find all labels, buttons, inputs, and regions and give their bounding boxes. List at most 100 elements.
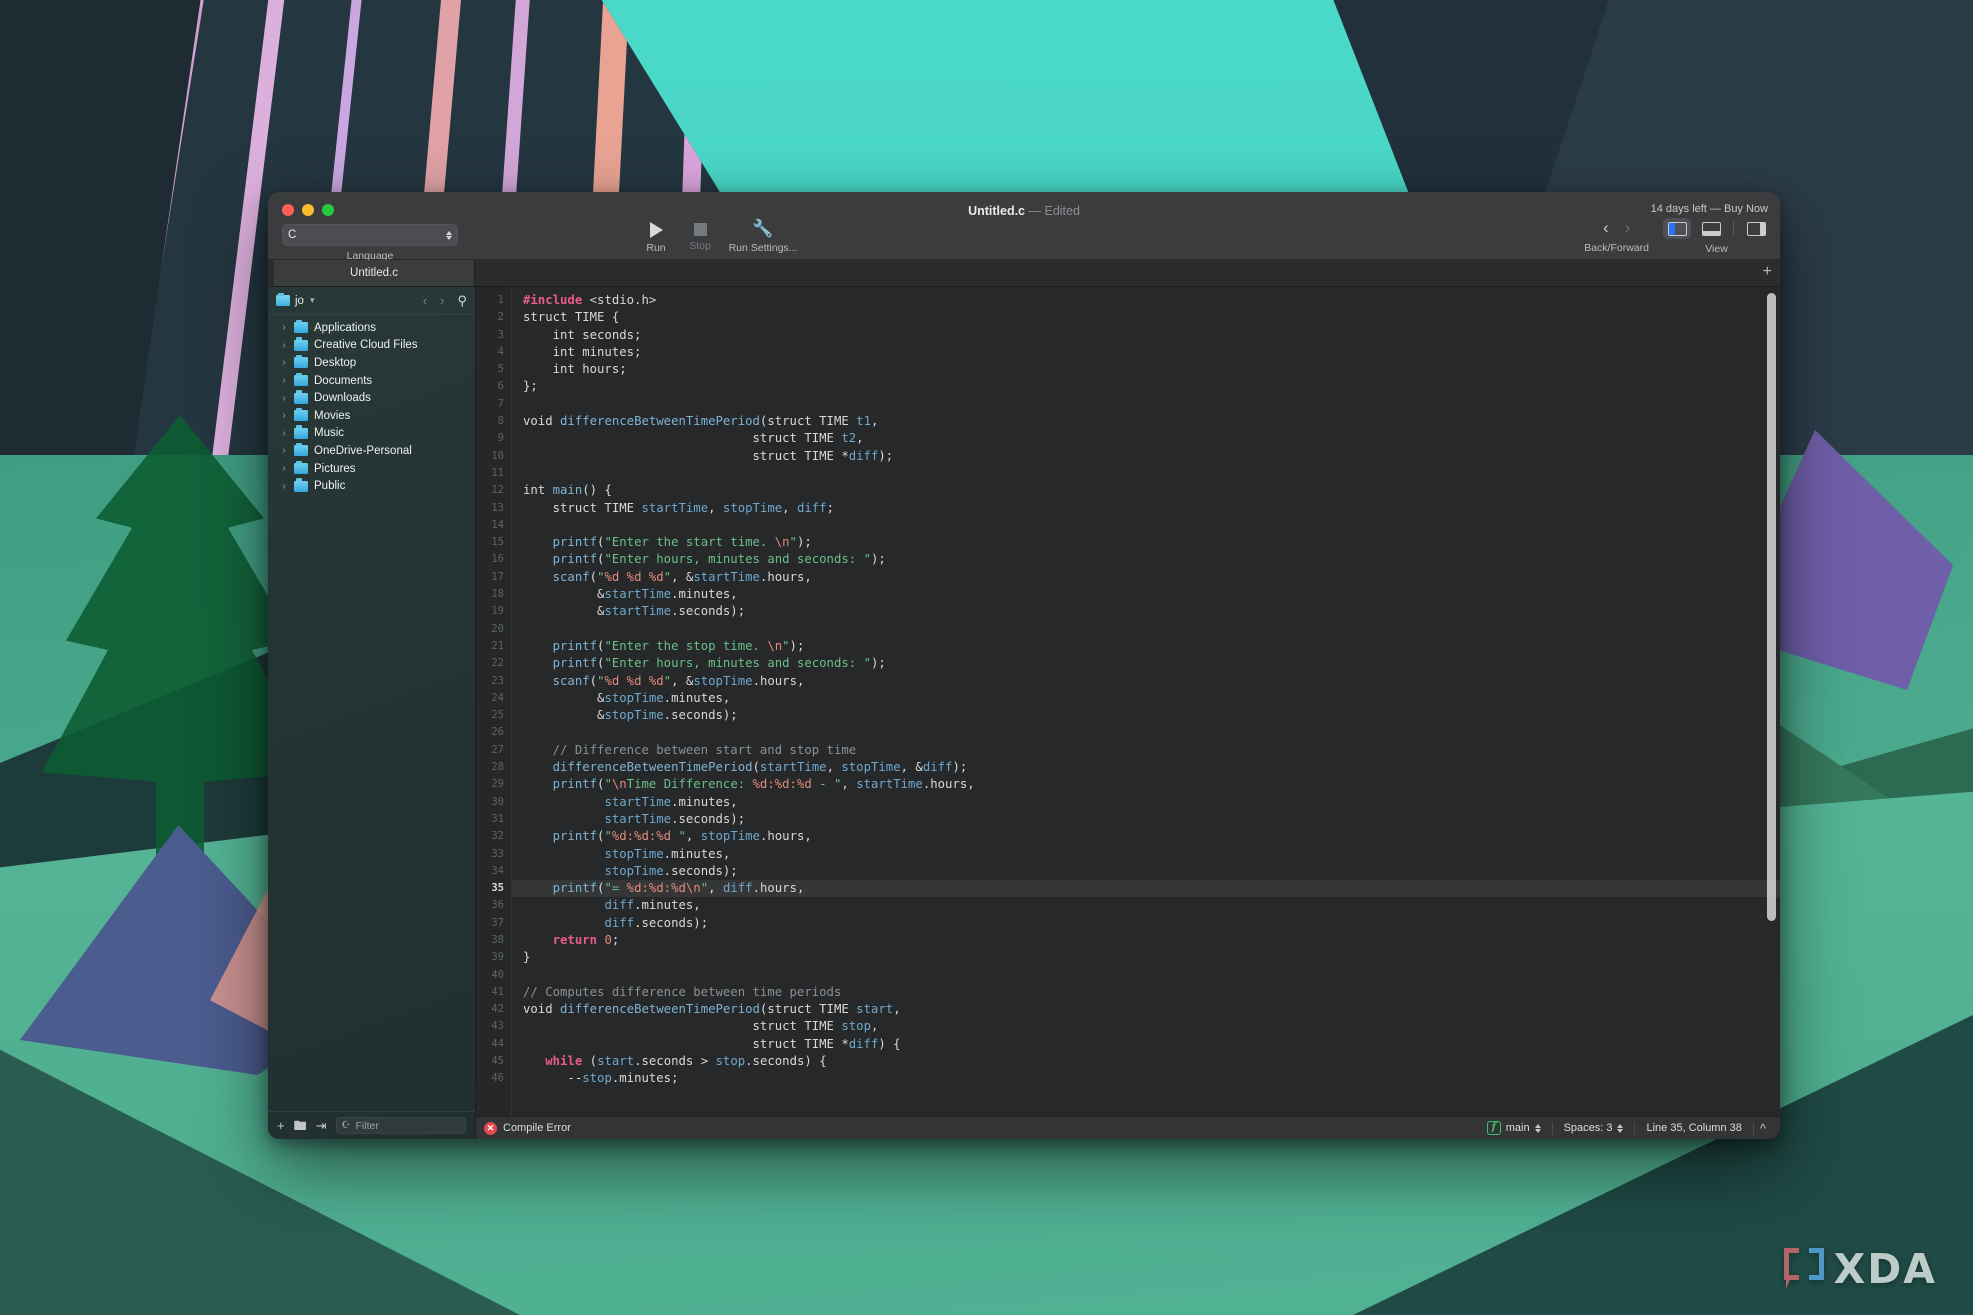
minimize-button[interactable] <box>302 204 314 216</box>
file-tree-item[interactable]: ›Pictures <box>268 460 475 478</box>
code-line[interactable]: diff.seconds); <box>523 915 1780 932</box>
chevron-right-icon[interactable]: › <box>280 357 288 368</box>
file-tree-item[interactable]: ›OneDrive-Personal <box>268 442 475 460</box>
code-line[interactable]: #include <stdio.h> <box>523 292 1780 309</box>
code-line[interactable]: diff.minutes, <box>523 897 1780 914</box>
code-line[interactable]: return 0; <box>523 932 1780 949</box>
file-tree-item[interactable]: ›Downloads <box>268 389 475 407</box>
code-line[interactable]: startTime.seconds); <box>523 811 1780 828</box>
chevron-left-icon[interactable]: ‹ <box>423 293 427 308</box>
status-error-group[interactable]: ✕ Compile Error <box>476 1122 684 1135</box>
trial-notice[interactable]: 14 days left — Buy Now <box>1651 203 1768 215</box>
code-line[interactable]: --stop.minutes; <box>523 1070 1780 1087</box>
file-tree-item[interactable]: ›Music <box>268 425 475 443</box>
code-line[interactable] <box>523 621 1780 638</box>
code-line[interactable]: }; <box>523 378 1780 395</box>
code-line[interactable] <box>523 517 1780 534</box>
sidebar-root-label[interactable]: jo <box>295 295 304 307</box>
code-line[interactable]: void differenceBetweenTimePeriod(struct … <box>523 1001 1780 1018</box>
code-line[interactable]: // Computes difference between time peri… <box>523 984 1780 1001</box>
code-line[interactable]: struct TIME t2, <box>523 430 1780 447</box>
file-tree-item[interactable]: ›Desktop <box>268 354 475 372</box>
code-line[interactable]: &startTime.minutes, <box>523 586 1780 603</box>
code-line[interactable]: printf("Enter hours, minutes and seconds… <box>523 551 1780 568</box>
file-tree-item[interactable]: ›Public <box>268 477 475 495</box>
run-settings-button[interactable]: 🔧 Run Settings... <box>720 220 806 254</box>
code-line[interactable]: struct TIME startTime, stopTime, diff; <box>523 500 1780 517</box>
close-button[interactable] <box>282 204 294 216</box>
code-line[interactable]: struct TIME stop, <box>523 1018 1780 1035</box>
chevron-right-icon[interactable]: › <box>280 428 288 439</box>
code-line[interactable]: startTime.minutes, <box>523 794 1780 811</box>
editor-vertical-scrollbar[interactable] <box>1767 293 1776 921</box>
code-line[interactable]: } <box>523 949 1780 966</box>
scope-selector[interactable]: f main <box>1476 1121 1552 1135</box>
file-tree-item[interactable]: ›Creative Cloud Files <box>268 337 475 355</box>
chevron-down-icon[interactable]: ▾ <box>310 295 315 306</box>
code-line[interactable]: void differenceBetweenTimePeriod(struct … <box>523 413 1780 430</box>
code-line[interactable]: stopTime.minutes, <box>523 846 1780 863</box>
code-line[interactable]: differenceBetweenTimePeriod(startTime, s… <box>523 759 1780 776</box>
chevron-right-icon[interactable]: › <box>1625 218 1631 238</box>
code-line[interactable]: printf("Enter the start time. \n"); <box>523 534 1780 551</box>
chevron-left-icon[interactable]: ‹ <box>1603 218 1609 238</box>
sidebar-left-toggle[interactable] <box>1663 218 1691 239</box>
code-line[interactable]: stopTime.seconds); <box>523 863 1780 880</box>
code-line[interactable]: struct TIME { <box>523 309 1780 326</box>
language-select[interactable]: C <box>282 224 458 246</box>
code-line[interactable]: struct TIME *diff) { <box>523 1036 1780 1053</box>
chevron-up-icon[interactable]: ^ <box>1754 1121 1774 1136</box>
tab-untitled-c[interactable]: Untitled.c <box>274 260 475 286</box>
code-line[interactable]: &startTime.seconds); <box>523 603 1780 620</box>
chevron-right-icon[interactable]: › <box>440 293 444 308</box>
code-line[interactable]: while (start.seconds > stop.seconds) { <box>523 1053 1780 1070</box>
file-tree-item[interactable]: ›Movies <box>268 407 475 425</box>
code-line[interactable]: printf("%d:%d:%d ", stopTime.hours, <box>523 828 1780 845</box>
code-text[interactable]: #include <stdio.h>struct TIME { int seco… <box>512 287 1780 1116</box>
code-line[interactable]: int seconds; <box>523 327 1780 344</box>
run-button[interactable]: Run <box>636 220 676 254</box>
code-line[interactable]: // Difference between start and stop tim… <box>523 742 1780 759</box>
stop-button[interactable]: Stop <box>680 220 720 252</box>
chevron-right-icon[interactable]: › <box>280 322 288 333</box>
code-line[interactable]: printf("Enter the stop time. \n"); <box>523 638 1780 655</box>
search-icon[interactable]: ⚲ <box>457 293 467 309</box>
code-line[interactable] <box>523 396 1780 413</box>
chevron-right-icon[interactable]: › <box>280 445 288 456</box>
code-line[interactable]: printf("\nTime Difference: %d:%d:%d - ",… <box>523 776 1780 793</box>
chevron-right-icon[interactable]: › <box>280 340 288 351</box>
code-line[interactable]: int minutes; <box>523 344 1780 361</box>
code-line[interactable]: &stopTime.minutes, <box>523 690 1780 707</box>
code-token: t2 <box>841 431 856 445</box>
code-line[interactable]: scanf("%d %d %d", &stopTime.hours, <box>523 673 1780 690</box>
file-tree-item[interactable]: ›Documents <box>268 372 475 390</box>
code-line[interactable]: printf("= %d:%d:%d\n", diff.hours, <box>512 880 1780 897</box>
panel-right-toggle[interactable] <box>1742 218 1770 239</box>
arrow-into-box-icon[interactable]: ⇥ <box>316 1119 327 1132</box>
plus-icon[interactable]: + <box>277 1119 285 1132</box>
panel-bottom-toggle[interactable] <box>1697 218 1725 239</box>
code-token: " <box>790 535 797 549</box>
line-number: 39 <box>476 949 511 966</box>
zoom-button[interactable] <box>322 204 334 216</box>
file-tree-item[interactable]: ›Applications <box>268 319 475 337</box>
code-line[interactable]: &stopTime.seconds); <box>523 707 1780 724</box>
chevron-right-icon[interactable]: › <box>280 463 288 474</box>
code-line[interactable]: struct TIME *diff); <box>523 448 1780 465</box>
indent-selector[interactable]: Spaces: 3 <box>1553 1122 1635 1134</box>
code-area[interactable]: 1234567891011121314151617181920212223242… <box>476 287 1780 1116</box>
code-line[interactable]: scanf("%d %d %d", &startTime.hours, <box>523 569 1780 586</box>
code-line[interactable]: int hours; <box>523 361 1780 378</box>
chevron-right-icon[interactable]: › <box>280 393 288 404</box>
new-tab-button[interactable]: + <box>1763 264 1772 280</box>
chevron-right-icon[interactable]: › <box>280 410 288 421</box>
code-line[interactable] <box>523 465 1780 482</box>
code-line[interactable] <box>523 724 1780 741</box>
chevron-right-icon[interactable]: › <box>280 375 288 386</box>
code-line[interactable] <box>523 967 1780 984</box>
filter-input[interactable]: ☪ Filter <box>336 1117 466 1134</box>
code-line[interactable]: int main() { <box>523 482 1780 499</box>
code-line[interactable]: printf("Enter hours, minutes and seconds… <box>523 655 1780 672</box>
chevron-right-icon[interactable]: › <box>280 481 288 492</box>
new-folder-icon[interactable]: 🖿 <box>294 1119 307 1132</box>
